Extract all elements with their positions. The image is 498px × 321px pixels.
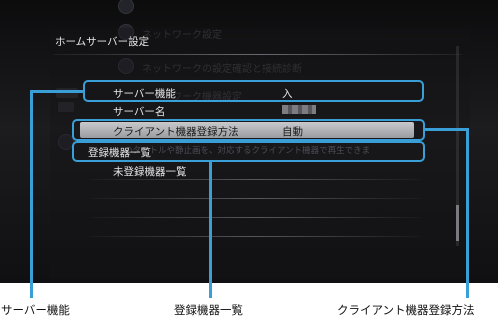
title-divider [54,54,462,55]
callout-line-client-registration-v [466,128,469,298]
callout-box-server-function [83,80,424,102]
caption-registered-devices: 登録機器一覧 [174,303,243,317]
row-server-name[interactable]: サーバー名 [113,104,165,119]
scrollbar-thumb[interactable] [456,205,459,241]
server-name-masked-value [282,105,316,114]
callout-line-client-registration-h [424,128,468,131]
globe-icon [118,0,134,14]
callout-line-registered-devices-v [209,161,212,298]
row-divider [90,198,420,199]
row-divider [90,236,420,237]
callout-box-client-registration [72,119,425,141]
row-divider [90,217,420,218]
panel-title: ホームサーバー設定 [55,36,150,48]
callout-line-server-function-h [30,90,84,93]
caption-server-function: サーバー機能 [1,303,70,317]
callout-box-registered-devices [72,141,425,162]
caption-client-registration: クライアント機器登録方法 [337,303,475,317]
callout-line-server-function-v [30,90,33,298]
row-unregistered-devices[interactable]: 未登録機器一覧 [113,164,187,179]
row-divider [90,179,420,180]
